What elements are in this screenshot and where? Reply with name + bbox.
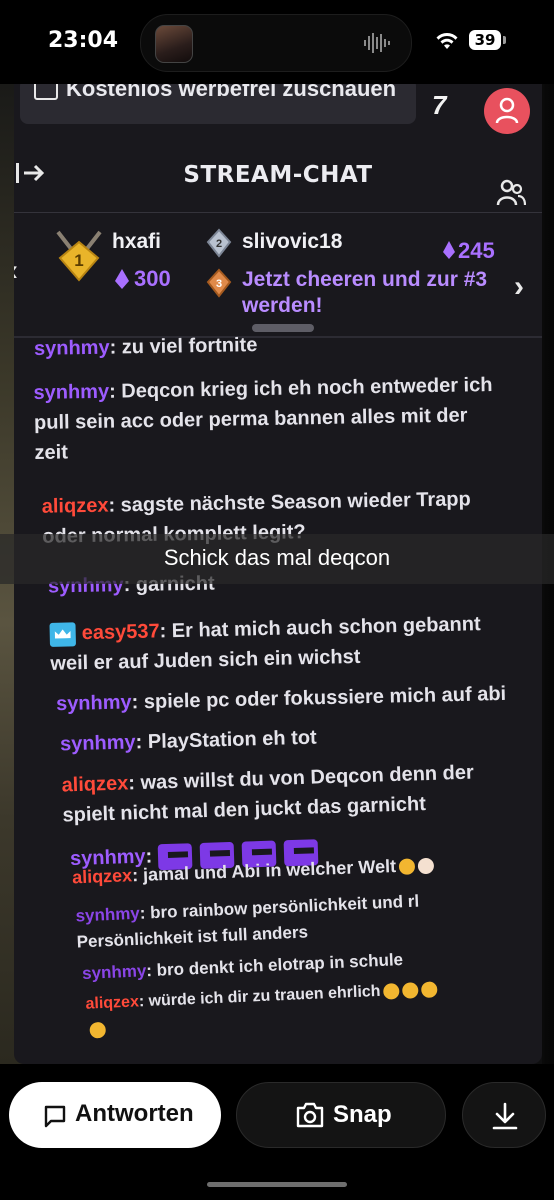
leader-1-name[interactable]: hxafi	[112, 230, 161, 254]
chat-message: synhmy: PlayStation eh tot	[60, 723, 317, 760]
bottom-action-bar: Antworten Snap	[0, 1064, 554, 1200]
status-bar: 23:04 39	[0, 0, 554, 84]
turbo-icon[interactable]: 7	[432, 90, 446, 121]
reply-button[interactable]: Antworten	[9, 1082, 221, 1148]
chat-username: aliqzex	[71, 865, 133, 888]
chat-text: : PlayStation eh tot	[135, 726, 317, 754]
download-icon	[492, 1102, 518, 1130]
chat-text: weil er auf Juden sich ein wichst	[50, 645, 361, 675]
download-button[interactable]	[462, 1082, 546, 1148]
ad-free-banner[interactable]: Kostenlos werbefrei zuschauen	[20, 84, 416, 124]
laughing-emoji-icon	[89, 1021, 107, 1039]
reply-label: Antworten	[75, 1100, 194, 1127]
battery-indicator: 39	[469, 30, 501, 50]
chat-text: : bro rainbow persönlichkeit und rl	[139, 891, 420, 923]
chat-username: aliqzex	[61, 772, 129, 797]
chat-message: easy537: Er hat mich auch schon gebannt …	[49, 609, 481, 679]
laughing-emoji-icon	[402, 981, 419, 999]
drag-handle[interactable]	[252, 324, 314, 332]
chat-username: aliqzex	[85, 993, 140, 1013]
chat-username: aliqzex	[41, 494, 109, 518]
chat-username: synhmy	[33, 336, 110, 360]
bits-icon	[443, 241, 455, 259]
chat-message: synhmy: Deqcon krieg ich eh noch entwede…	[33, 370, 494, 468]
leader-2-bits: 245	[458, 238, 495, 263]
ad-free-label: Kostenlos werbefrei zuschauen	[66, 84, 397, 101]
emoji-icon	[417, 857, 435, 875]
tv-icon	[34, 84, 58, 100]
divider	[14, 212, 542, 213]
chat-text: : zu viel fortnite	[109, 334, 258, 359]
chat-text: : spiele pc oder fokussiere mich auf abi	[131, 682, 507, 714]
profile-avatar[interactable]	[484, 88, 530, 134]
now-playing-thumbnail	[155, 25, 193, 63]
user-icon	[495, 97, 519, 124]
leader-1-bits: 300	[134, 266, 171, 291]
chat-username: synhmy	[81, 961, 147, 983]
chat-username: easy537	[81, 620, 160, 645]
wifi-icon	[436, 33, 458, 49]
chat-username: synhmy	[33, 380, 110, 405]
chat-text: pull sein acc oder perma bannen alles mi…	[33, 404, 468, 435]
chat-username: synhmy	[55, 691, 132, 716]
laughing-emoji-icon	[398, 858, 416, 876]
svg-text:2: 2	[216, 238, 222, 250]
chat-text: : Er hat mich auch schon gebannt	[159, 613, 481, 643]
chat-bubble-icon	[44, 1105, 66, 1128]
chat-text: zeit	[34, 441, 69, 464]
chat-text: : bro denkt ich elotrap in schule	[145, 950, 404, 981]
chat-text: : Deqcon krieg ich eh noch entweder ich	[108, 374, 493, 403]
chat-text: : sagste nächste Season wieder Trapp	[108, 488, 471, 517]
chat-message: aliqzex: würde ich dir zu trauen ehrlich	[85, 976, 439, 1043]
subscriber-badge-icon	[49, 622, 76, 647]
leaderboard-next-button[interactable]: ›	[514, 270, 524, 304]
snap-button[interactable]: Snap	[236, 1082, 446, 1148]
laughing-emoji-icon	[421, 981, 438, 998]
chat-text: spielt nicht mal den juckt das garnicht	[62, 793, 427, 827]
chat-username: synhmy	[59, 731, 136, 756]
dynamic-island[interactable]	[140, 14, 412, 72]
camera-icon	[296, 1102, 324, 1128]
chat-text: Persönlichkeit ist full anders	[76, 922, 309, 952]
chat-message: synhmy: spiele pc oder fokussiere mich a…	[56, 679, 507, 719]
chat-username: synhmy	[75, 903, 141, 926]
leaderboard-prev-button[interactable]: ‹	[14, 254, 18, 288]
leader-2-name[interactable]: slivovic18	[242, 230, 342, 254]
snap-caption: Schick das mal deqcon	[163, 545, 391, 570]
community-icon[interactable]	[496, 178, 526, 208]
laughing-emoji-icon	[383, 982, 400, 1000]
snap-label: Snap	[333, 1101, 392, 1128]
audio-waveform-icon	[364, 33, 390, 53]
clock: 23:04	[48, 28, 119, 53]
chat-text: : jamal und Abi in welcher Welt	[131, 856, 397, 886]
chat-text: : würde ich dir zu trauen ehrlich	[138, 982, 381, 1011]
chat-message: synhmy: bro rainbow persönlichkeit und r…	[75, 889, 421, 956]
bits-icon	[115, 269, 129, 289]
chat-message: synhmy: zu viel fortnite	[34, 330, 258, 364]
rank-1-badge-icon: 1	[56, 230, 102, 282]
chat-message: : was willst du von Deqcon denn der aliq…	[61, 758, 475, 831]
svg-text:3: 3	[216, 278, 222, 290]
rank-3-badge-icon: 3	[206, 268, 232, 298]
cheer-prompt[interactable]: Jetzt cheeren und zur #3 werden!	[242, 267, 492, 319]
rank-2-badge-icon: 2	[206, 228, 232, 258]
battery-tip	[503, 36, 506, 44]
svg-text:1: 1	[74, 251, 83, 270]
home-indicator[interactable]	[207, 1182, 347, 1187]
chat-title: STREAM-CHAT	[183, 162, 373, 188]
chat-text: : was willst du von Deqcon denn der	[127, 761, 475, 795]
snap-caption-bar: Schick das mal deqcon	[0, 534, 554, 584]
